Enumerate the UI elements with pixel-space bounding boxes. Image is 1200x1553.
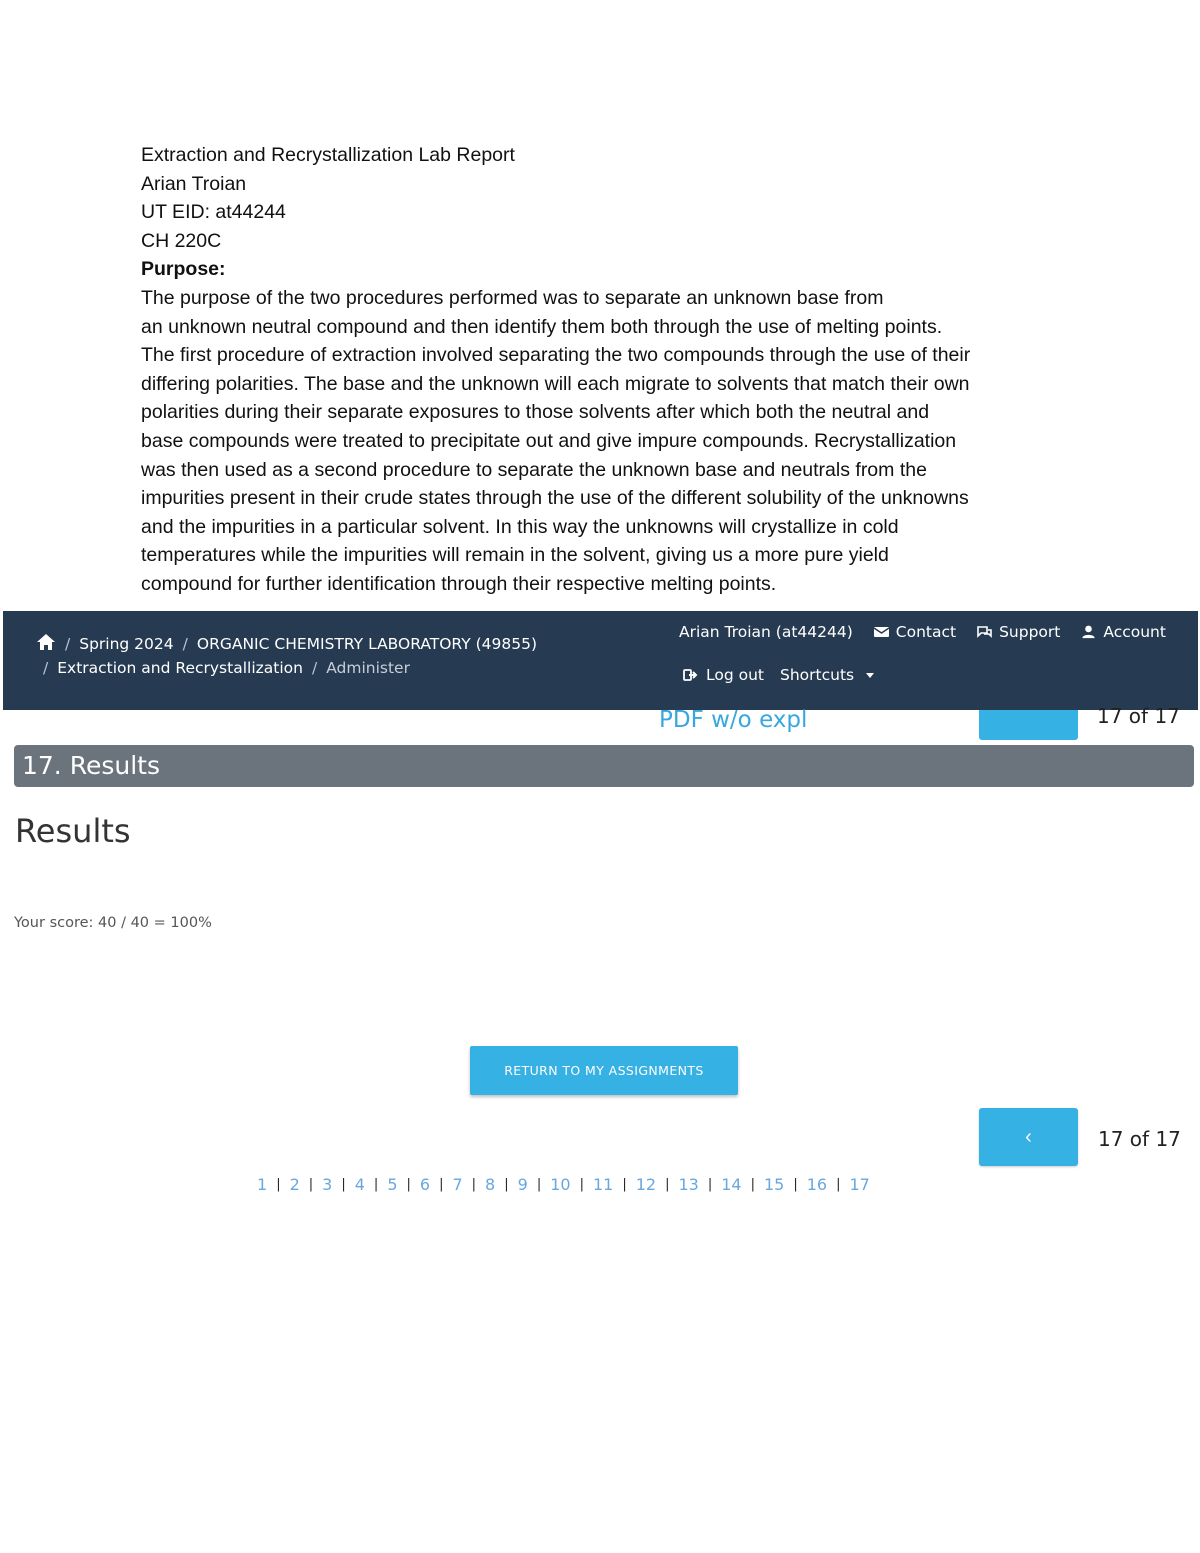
breadcrumb-row-2: / Extraction and Recrystallization / Adm… [43,659,410,677]
purpose-line: compound for further identification thro… [141,572,777,595]
previous-button-top[interactable] [979,710,1078,740]
page-separator: | [439,1177,444,1192]
score-text: Your score: 40 / 40 = 100% [14,915,212,931]
shortcuts-label: Shortcuts [780,666,855,684]
page-link[interactable]: 7 [452,1175,462,1194]
chevron-left-icon: ‹ [1025,1125,1032,1148]
page-link[interactable]: 1 [257,1175,267,1194]
page-link[interactable]: 3 [322,1175,332,1194]
page-link[interactable]: 16 [807,1175,827,1194]
page-separator: | [373,1177,379,1192]
page-separator: | [504,1177,509,1192]
report-title: Extraction and Recrystallization Lab Rep… [141,144,515,166]
user-icon [1082,625,1095,639]
report-eid: UT EID: at44244 [141,201,286,224]
user-nav-row-2: Log out Shortcuts [683,666,875,684]
results-title: Results [15,812,131,850]
user-name[interactable]: Arian Troian (at44244) [679,623,853,641]
breadcrumb-term[interactable]: Spring 2024 [79,635,173,653]
top-navbar: / Spring 2024 / ORGANIC CHEMISTRY LABORA… [3,611,1198,710]
report-author: Arian Troian [141,172,247,195]
breadcrumb: / Spring 2024 / ORGANIC CHEMISTRY LABORA… [36,633,537,655]
page-separator: | [471,1177,477,1192]
sign-out-icon [683,669,698,681]
page-separator: | [308,1177,314,1192]
breadcrumb-separator: / [311,659,318,677]
page-link[interactable]: 8 [485,1175,495,1194]
purpose-line: The first procedure of extraction involv… [141,344,971,367]
page-link[interactable]: 11 [593,1175,613,1194]
page-separator: | [793,1177,798,1192]
page-separator: | [836,1177,841,1192]
page-separator: | [536,1177,542,1192]
account-link[interactable]: Account [1080,623,1166,641]
shortcuts-dropdown[interactable]: Shortcuts [780,666,875,684]
page-link[interactable]: 17 [849,1175,869,1194]
question-counter: 17 of 17 [1098,1127,1181,1151]
page-link[interactable]: 13 [678,1175,698,1194]
breadcrumb-separator: / [43,659,49,677]
page-separator: | [665,1177,670,1192]
logout-link[interactable]: Log out [683,666,764,684]
purpose-label: Purpose: [141,258,226,281]
page-link[interactable]: 4 [355,1175,365,1194]
support-link[interactable]: Support [976,623,1060,641]
breadcrumb-separator: / [65,635,71,653]
purpose-line: base compounds were treated to precipita… [141,429,957,452]
page-link[interactable]: 5 [387,1175,397,1194]
page-link[interactable]: 14 [721,1175,741,1194]
page-link[interactable]: 2 [290,1175,300,1194]
purpose-line: was then used as a second procedure to s… [141,458,927,481]
breadcrumb-current: Administer [326,659,410,677]
caret-down-icon [866,672,875,678]
question-counter-top: 17 of 17 [1097,704,1180,728]
page-separator: | [406,1177,411,1192]
page-separator: | [276,1177,281,1192]
page-link[interactable]: 6 [420,1175,430,1194]
contact-link[interactable]: Contact [873,623,956,641]
breadcrumb-assignment[interactable]: Extraction and Recrystallization [57,659,303,677]
page-link[interactable]: 10 [550,1175,570,1194]
page-separator: | [341,1177,346,1192]
purpose-line: and the impurities in a particular solve… [141,515,899,538]
account-label: Account [1103,623,1166,641]
user-nav: Arian Troian (at44244) Contact Support A… [679,623,1166,641]
report-text: Extraction and Recrystallization Lab Rep… [141,141,1071,599]
logout-label: Log out [706,666,764,684]
purpose-line: impurities present in their crude states… [141,487,969,510]
support-label: Support [999,623,1061,641]
home-icon[interactable] [36,633,56,655]
pdf-without-explanations-link[interactable]: PDF w/o expl [659,707,807,733]
return-to-assignments-button[interactable]: RETURN TO MY ASSIGNMENTS [470,1046,738,1095]
chat-icon [977,626,992,638]
purpose-line: differing polarities. The base and the u… [141,372,970,395]
page-separator: | [750,1177,755,1192]
page-separator: | [707,1177,713,1192]
page-separator: | [579,1177,584,1192]
page-link[interactable]: 12 [636,1175,656,1194]
previous-button[interactable]: ‹ [979,1108,1078,1166]
breadcrumb-course[interactable]: ORGANIC CHEMISTRY LABORATORY (49855) [197,635,537,653]
section-header: 17. Results [14,745,1194,787]
purpose-line: an unknown neutral compound and then ide… [141,315,943,338]
page-link[interactable]: 15 [764,1175,784,1194]
purpose-line: The purpose of the two procedures perfor… [141,286,884,309]
page-navigation: 1 | 2 | 3 | 4 | 5 | 6 | 7 | 8 | 9 | 10 | 11 | 12 | 13 | 14 | 15 | 16 | 1… [257,1175,870,1194]
purpose-line: temperatures while the impurities will r… [141,544,889,567]
breadcrumb-separator: / [182,635,188,653]
page-link[interactable]: 9 [518,1175,528,1194]
envelope-icon [873,627,890,637]
report-course: CH 220C [141,229,222,252]
page-separator: | [622,1177,627,1192]
contact-label: Contact [895,623,957,641]
purpose-line: polarities during their separate exposur… [141,401,930,424]
